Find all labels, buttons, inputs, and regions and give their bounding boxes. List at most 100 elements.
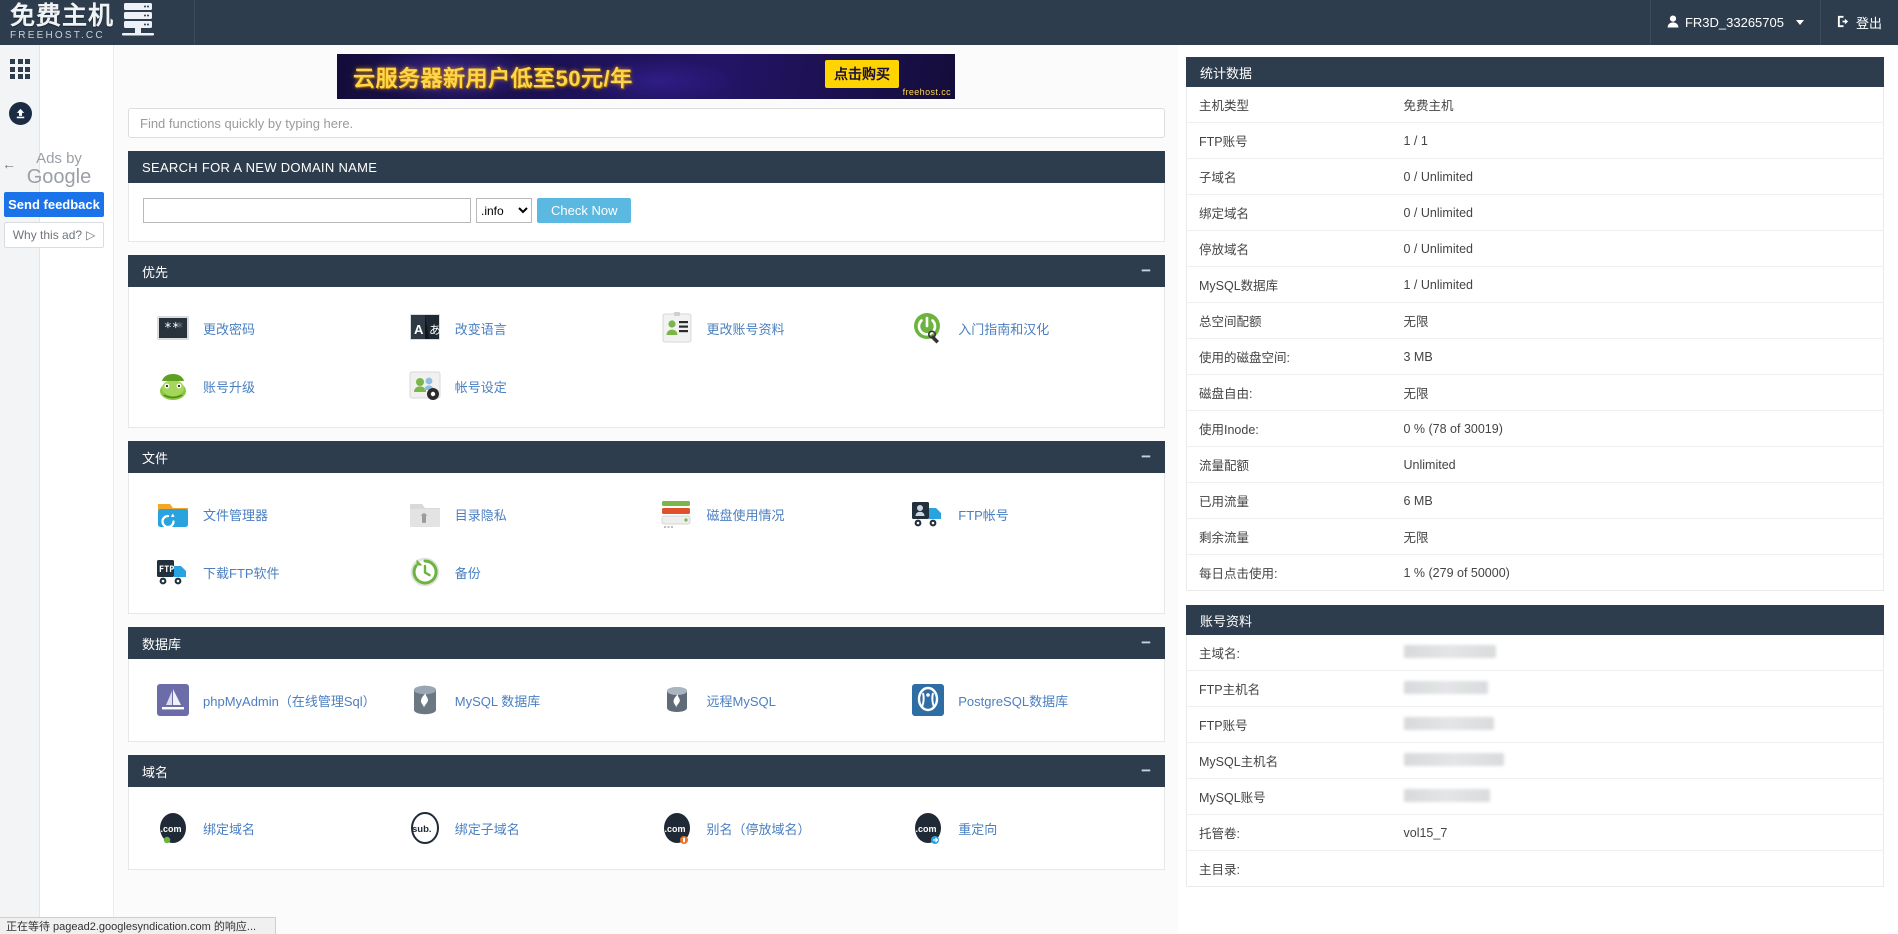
feature-link-directory-privacy[interactable]: 目录隐私 bbox=[395, 485, 647, 543]
row-label: 主域名: bbox=[1199, 647, 1240, 661]
section-body: ** * 更改密码 A あ改变语言 更改账号资料 入门指南和汉化 账号升级 帐号设定 bbox=[128, 287, 1165, 428]
logout-button[interactable]: 登出 bbox=[1819, 0, 1898, 45]
stats-panel: 统计数据 主机类型 免费主机 FTP账号 1 / 1 子域名 0 / Unlimited 绑… bbox=[1186, 57, 1884, 591]
tld-select[interactable]: .info.com.net.org.biz bbox=[476, 198, 532, 223]
feature-link-label: 重定向 bbox=[958, 821, 998, 837]
section-header: 域名 − bbox=[128, 755, 1165, 787]
redacted-value bbox=[1403, 644, 1496, 658]
feature-link-ftp-download[interactable]: FTP 下载FTP软件 bbox=[143, 543, 395, 601]
feature-link-ftp-account[interactable]: FTP帐号 bbox=[898, 485, 1150, 543]
feature-link-account-settings[interactable]: 帐号设定 bbox=[395, 357, 647, 415]
feature-link-label: 磁盘使用情况 bbox=[706, 507, 785, 523]
feature-link-backup[interactable]: 备份 bbox=[395, 543, 647, 601]
row-label: 剩余流量 bbox=[1199, 531, 1250, 545]
feature-link-upgrade[interactable]: 账号升级 bbox=[143, 357, 395, 415]
ads-back-arrow-icon[interactable]: ← bbox=[2, 156, 16, 172]
browser-status-bar: 正在等待 pagead2.googlesyndication.com 的响应..… bbox=[0, 917, 276, 934]
row-value: 0 / Unlimited bbox=[1403, 205, 1473, 220]
feature-link-disk-usage[interactable]: 磁盘使用情况 bbox=[647, 485, 899, 543]
feature-link-subdomain[interactable]: sub. 绑定子域名 bbox=[395, 799, 647, 857]
why-this-ad-button[interactable]: Why this ad? ▷ bbox=[4, 222, 104, 248]
feature-link-label: 改变语言 bbox=[454, 321, 507, 337]
table-row: 总空间配额 无限 bbox=[1186, 303, 1884, 339]
feature-link-label: 更改密码 bbox=[203, 321, 256, 337]
why-this-ad-label: Why this ad? bbox=[12, 228, 83, 242]
feature-link-account-card[interactable]: 更改账号资料 bbox=[647, 299, 899, 357]
file-manager-icon bbox=[154, 495, 192, 533]
redacted-value bbox=[1403, 788, 1490, 802]
redacted-value bbox=[1403, 752, 1504, 766]
redacted-value bbox=[1403, 716, 1494, 730]
user-menu[interactable]: FR3D_33265705 bbox=[1649, 0, 1820, 45]
row-label: 使用Inode: bbox=[1199, 423, 1259, 437]
feature-link-getting-started[interactable]: 入门指南和汉化 bbox=[898, 299, 1150, 357]
table-row: 已用流量 6 MB bbox=[1186, 483, 1884, 519]
feature-link-addon-domain[interactable]: .com 绑定域名 bbox=[143, 799, 395, 857]
domain-name-input[interactable] bbox=[143, 198, 471, 223]
phpmyadmin-icon bbox=[154, 681, 192, 719]
account-settings-icon bbox=[406, 367, 444, 405]
section-title: 域名 bbox=[142, 764, 169, 780]
feature-link-label: FTP帐号 bbox=[958, 507, 1009, 523]
feature-link-language[interactable]: A あ改变语言 bbox=[395, 299, 647, 357]
row-value bbox=[1392, 743, 1884, 779]
row-label: FTP主机名 bbox=[1199, 683, 1261, 697]
row-label: 主目录: bbox=[1199, 863, 1240, 877]
row-label: 使用的磁盘空间: bbox=[1199, 351, 1290, 365]
section-collapse-button[interactable]: − bbox=[1141, 762, 1151, 779]
section-collapse-button[interactable]: − bbox=[1141, 262, 1151, 279]
banner-buy-button[interactable]: 点击购买 bbox=[825, 60, 899, 88]
row-value bbox=[1392, 779, 1884, 815]
row-value: 6 MB bbox=[1403, 493, 1433, 508]
quick-find-input[interactable] bbox=[128, 108, 1165, 138]
upload-button[interactable] bbox=[0, 93, 40, 133]
feature-link-label: 绑定子域名 bbox=[454, 821, 520, 837]
backup-icon bbox=[406, 553, 444, 591]
svg-text:.com: .com bbox=[161, 824, 182, 834]
svg-text:あ: あ bbox=[429, 323, 441, 337]
feature-link-label: 更改账号资料 bbox=[706, 321, 785, 337]
logout-icon bbox=[1837, 15, 1850, 31]
section-collapse-button[interactable]: − bbox=[1141, 448, 1151, 465]
table-row: 主目录: bbox=[1187, 851, 1884, 887]
row-value: 无限 bbox=[1403, 387, 1429, 401]
section-collapse-button[interactable]: − bbox=[1141, 634, 1151, 651]
feature-link-postgresql[interactable]: PostgreSQL数据库 bbox=[898, 671, 1150, 729]
feature-link-password[interactable]: ** * 更改密码 bbox=[143, 299, 395, 357]
getting-started-icon bbox=[909, 309, 947, 347]
svg-text:*: * bbox=[176, 321, 184, 336]
feature-link-alias-domain[interactable]: .com 别名（停放域名） bbox=[647, 799, 899, 857]
section-panel: 数据库 − phpMyAdmin（在线管理Sql） MySQL 数据库 远程MySQL P… bbox=[128, 627, 1165, 742]
brand-logo[interactable]: 免费主机 FREEHOST.CC bbox=[0, 0, 195, 45]
section-icon-grid: phpMyAdmin（在线管理Sql） MySQL 数据库 远程MySQL Postg… bbox=[143, 671, 1150, 729]
apps-grid-button[interactable] bbox=[0, 49, 40, 89]
table-row: MySQL主机名 bbox=[1186, 743, 1884, 779]
row-value: vol15_7 bbox=[1403, 825, 1448, 840]
check-now-button[interactable]: Check Now bbox=[537, 198, 632, 223]
table-row: FTP主机名 bbox=[1186, 671, 1884, 707]
row-label: MySQL主机名 bbox=[1199, 755, 1279, 769]
table-row: FTP账号 1 / 1 bbox=[1186, 123, 1884, 159]
svg-text:A: A bbox=[414, 322, 424, 337]
user-icon bbox=[1667, 15, 1679, 31]
row-label: 绑定域名 bbox=[1199, 207, 1250, 221]
row-value: 3 MB bbox=[1403, 349, 1433, 364]
row-value: 无限 bbox=[1403, 315, 1429, 329]
row-value bbox=[1392, 851, 1884, 887]
feature-link-remote-mysql[interactable]: 远程MySQL bbox=[647, 671, 899, 729]
table-row: 使用Inode: 0 % (78 of 30019) bbox=[1186, 411, 1884, 447]
row-label: 每日点击使用: bbox=[1199, 567, 1278, 581]
feature-link-mysql[interactable]: MySQL 数据库 bbox=[395, 671, 647, 729]
send-feedback-button[interactable]: Send feedback bbox=[4, 192, 104, 217]
promo-banner[interactable]: 云服务器新用户低至50元/年 点击购买 freehost.cc bbox=[337, 54, 955, 99]
feature-link-phpmyadmin[interactable]: phpMyAdmin（在线管理Sql） bbox=[143, 671, 395, 729]
row-label: MySQL账号 bbox=[1199, 791, 1266, 805]
upload-icon bbox=[8, 101, 32, 125]
section-icon-grid: .com 绑定域名 sub. 绑定子域名 .com 别名（停放域名） .com 重定向 bbox=[143, 799, 1150, 857]
account-card-icon bbox=[658, 309, 696, 347]
account-panel-title: 账号资料 bbox=[1200, 613, 1253, 629]
feature-link-redirect[interactable]: .com 重定向 bbox=[898, 799, 1150, 857]
svg-text:.com: .com bbox=[916, 824, 937, 834]
feature-link-file-manager[interactable]: 文件管理器 bbox=[143, 485, 395, 543]
row-value: 1 % (279 of 50000) bbox=[1403, 565, 1510, 580]
